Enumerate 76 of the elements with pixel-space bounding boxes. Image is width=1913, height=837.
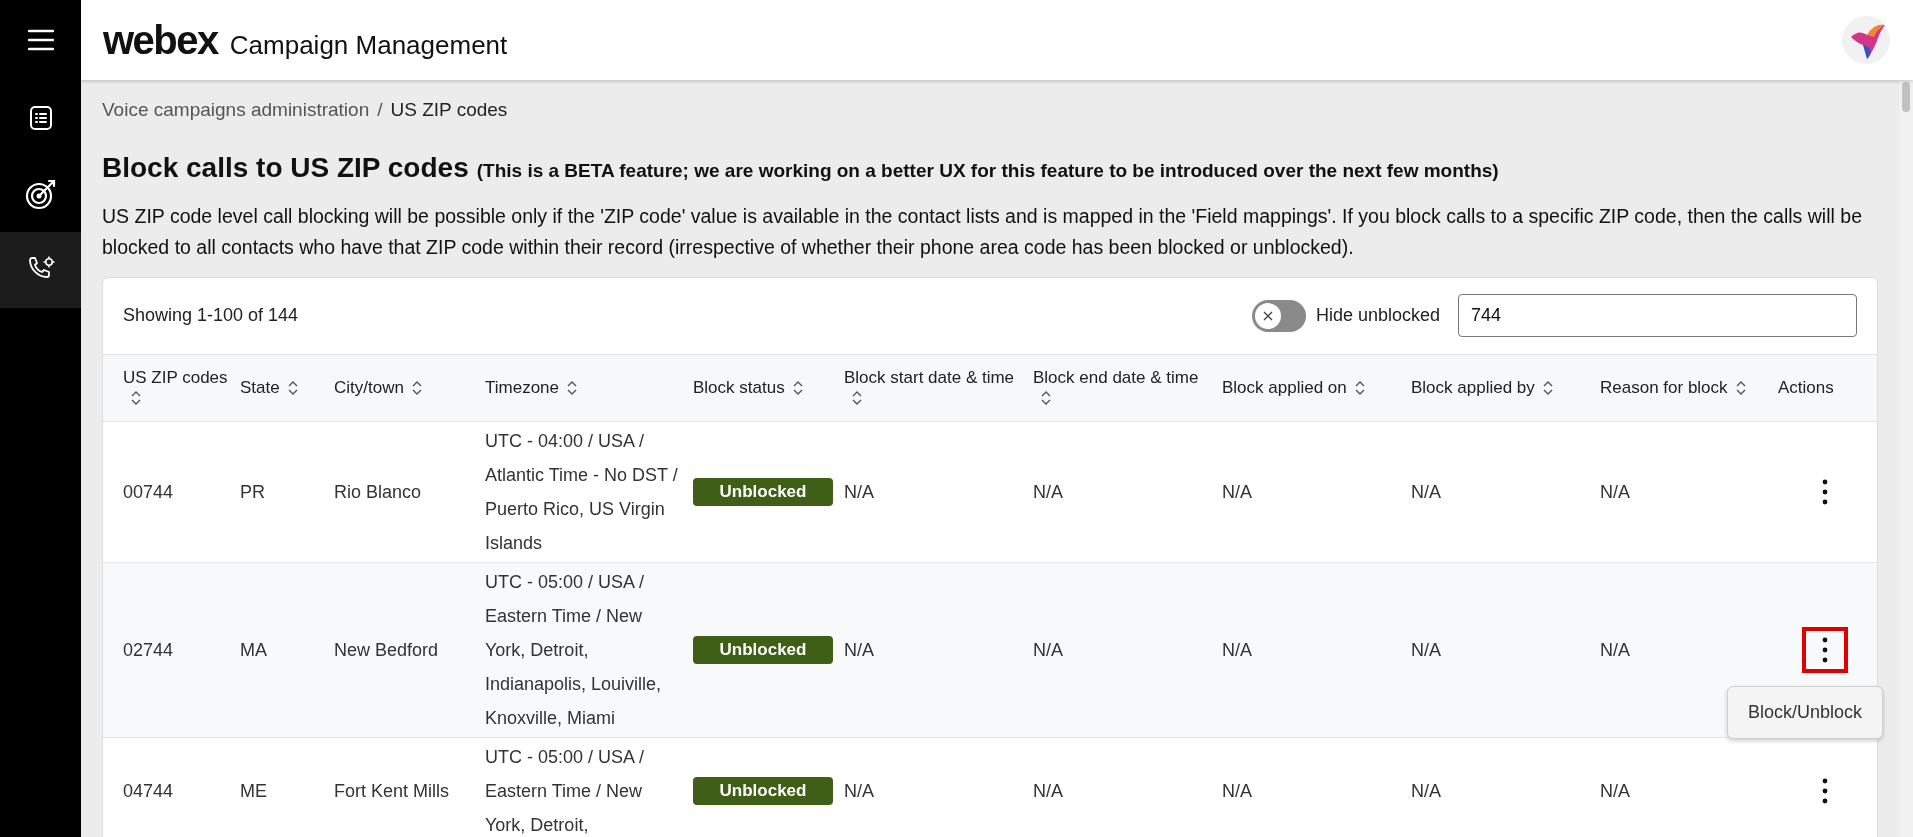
table-cell-text: N/A [1033, 638, 1064, 662]
table-cell-text: 04744 [123, 779, 175, 803]
target-icon[interactable] [24, 178, 57, 210]
menu-icon[interactable] [27, 29, 54, 51]
table-cell-text: N/A [844, 638, 875, 662]
column-header[interactable]: Reason for block [1600, 377, 1728, 397]
table-cell-text: MA [240, 638, 268, 662]
toggle-label: Hide unblocked [1315, 304, 1440, 327]
status-badge: Unblocked [693, 478, 833, 506]
status-badge: Unblocked [693, 777, 833, 805]
scrollbar-thumb[interactable] [1902, 82, 1910, 112]
table-cell-text: N/A [1222, 779, 1253, 803]
close-icon [1261, 309, 1274, 322]
table-cell-text: N/A [1600, 638, 1631, 662]
column-header[interactable]: Timezone [485, 377, 559, 397]
sort-icon[interactable] [1542, 380, 1553, 397]
table-cell-text: N/A [1411, 638, 1442, 662]
results-count: Showing 1-100 of 144 [123, 304, 299, 327]
table-cell-text: N/A [844, 779, 875, 803]
table-cell-text: Fort Kent Mills [334, 779, 451, 803]
timezone-cell-text: UTC - 05:00 / USA / Eastern Time / New York, Detroit, Indianapolis, Louiville, Knoxville, Miami [485, 571, 663, 730]
kebab-icon [1822, 778, 1828, 804]
sort-icon[interactable] [567, 380, 577, 397]
table-cell-text: N/A [1222, 480, 1253, 504]
page-heading: Block calls to US ZIP codes [102, 150, 469, 185]
table-cell-text: N/A [844, 480, 875, 504]
table-cell-text: ME [240, 779, 268, 803]
sort-icon[interactable] [792, 380, 803, 397]
menu-item[interactable]: Block/Unblock [1727, 699, 1882, 726]
table-cell-text: 00744 [123, 480, 175, 504]
list-document-icon[interactable] [28, 105, 53, 131]
more-actions-button[interactable] [1802, 627, 1848, 673]
breadcrumb-separator: / [377, 98, 383, 122]
sort-icon[interactable] [131, 390, 141, 407]
column-header[interactable]: US ZIP codes [123, 367, 228, 387]
breadcrumb-current: US ZIP codes [390, 98, 508, 122]
table-cell-text: N/A [1033, 779, 1064, 803]
column-header[interactable]: Block applied by [1411, 377, 1535, 397]
column-header[interactable]: Block start date & time [844, 367, 1015, 387]
table-cell-text: N/A [1600, 779, 1631, 803]
sort-icon[interactable] [287, 380, 298, 397]
search-field[interactable]: 744 [1458, 294, 1857, 337]
webex-logo: webex [103, 17, 218, 64]
sidebar-item[interactable] [0, 232, 81, 308]
column-header[interactable]: State [240, 377, 280, 397]
table-cell-text: N/A [1411, 480, 1442, 504]
timezone-cell-text: UTC - 05:00 / USA / Eastern Time / New York, Detroit, [485, 746, 646, 837]
scrollbar[interactable] [1899, 80, 1913, 837]
beta-note: (This is a BETA feature; we are working on a better UX for this feature to be introduced over the next few months) [476, 158, 1499, 183]
column-header[interactable]: Block status [693, 377, 785, 397]
table-cell-text: New Bedford [334, 638, 440, 662]
kebab-icon [1822, 637, 1828, 663]
description-text: US ZIP code level call blocking will be possible only if the 'ZIP code' value is available in the contact lists and is mapped in the 'Field mappings'. If you block calls to a specific ZIP code, then the calls will be blocked to all contacts who have that ZIP code within their record (irrespective of whether their phone area code has been blocked or unblocked). [102, 203, 1863, 260]
column-header[interactable]: Block end date & time [1033, 367, 1199, 387]
column-header: Actions [1778, 377, 1834, 397]
avatar-icon [1841, 15, 1891, 65]
sort-icon[interactable] [1041, 390, 1051, 407]
column-header[interactable]: Block applied on [1222, 377, 1347, 397]
status-badge: Unblocked [693, 636, 833, 664]
table-cell-text: N/A [1033, 480, 1064, 504]
table-cell-text: N/A [1222, 638, 1253, 662]
sort-icon[interactable] [852, 390, 862, 407]
sort-icon[interactable] [1735, 380, 1746, 397]
sort-icon[interactable] [1354, 380, 1365, 397]
table-cell-text: Rio Blanco [334, 480, 423, 504]
table-cell-text: N/A [1600, 480, 1631, 504]
breadcrumb-link[interactable]: Voice campaigns administration [102, 96, 370, 125]
column-header[interactable]: City/town [334, 377, 404, 397]
table-cell-text: 02744 [123, 638, 175, 662]
timezone-cell-text: UTC - 04:00 / USA / Atlantic Time - No DST / Puerto Rico, US Virgin Islands [485, 430, 679, 555]
table-cell-text: N/A [1411, 779, 1442, 803]
table-cell-text: PR [240, 480, 266, 504]
kebab-icon [1822, 479, 1828, 505]
toggle-switch[interactable] [1251, 299, 1306, 332]
app-title: Campaign Management [229, 29, 508, 62]
sort-icon[interactable] [411, 380, 422, 397]
